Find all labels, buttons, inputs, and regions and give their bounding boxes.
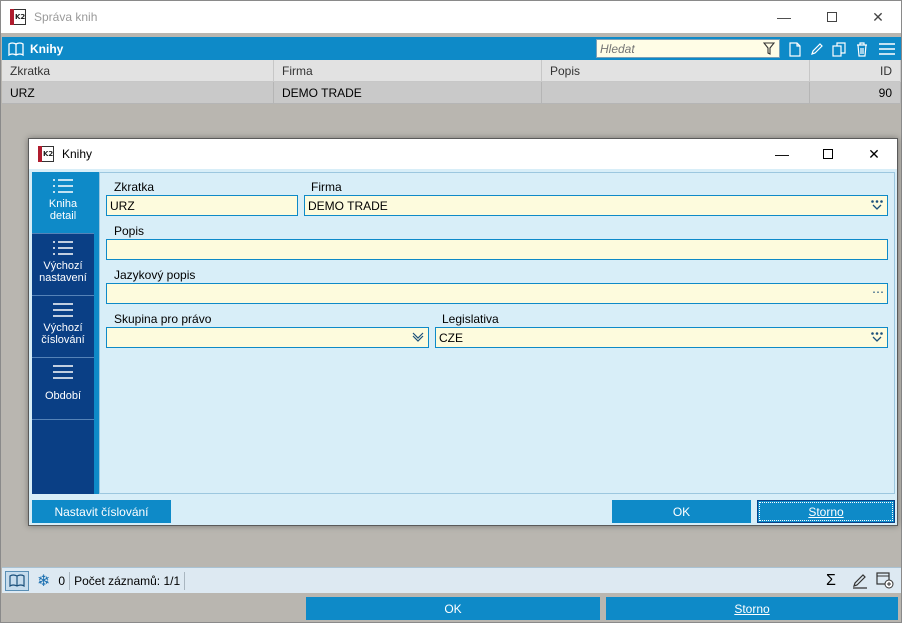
firma-label: Firma	[311, 180, 342, 194]
add-window-icon[interactable]	[876, 568, 894, 594]
dialog-close-icon[interactable]: ✕	[851, 139, 897, 169]
legislativa-select[interactable]: CZE	[435, 327, 888, 348]
minimize-icon[interactable]: —	[761, 1, 807, 33]
search-box[interactable]	[596, 39, 780, 58]
status-divider	[69, 571, 71, 590]
legislativa-label: Legislativa	[442, 312, 499, 326]
chevron-down-icon[interactable]	[411, 331, 425, 343]
delete-icon[interactable]	[853, 40, 871, 58]
skupina-label: Skupina pro právo	[114, 312, 212, 326]
window-title: Správa knih	[34, 10, 98, 24]
column-header-id[interactable]: ID	[810, 60, 901, 81]
main-storno-button[interactable]: Storno	[606, 597, 898, 620]
close-icon[interactable]: ✕	[855, 1, 901, 33]
dialog-title: Knihy	[62, 147, 93, 161]
tab-vychozi-cislovani[interactable]: Výchozí číslování	[32, 296, 94, 358]
cell-popis	[542, 82, 810, 103]
set-numbering-button[interactable]: Nastavit číslování	[32, 500, 171, 523]
column-header-firma[interactable]: Firma	[274, 60, 542, 81]
list-toolbar: Knihy	[2, 37, 901, 60]
tab-label: Výchozí	[43, 322, 83, 334]
tab-label: Kniha	[48, 198, 78, 210]
maximize-icon[interactable]	[809, 1, 855, 33]
zkratka-label: Zkratka	[114, 180, 155, 194]
sidebar-accent	[94, 172, 99, 494]
menu-icon[interactable]	[877, 40, 897, 58]
filter-icon[interactable]	[763, 42, 775, 55]
popis-label: Popis	[114, 224, 145, 238]
legislativa-value: CZE	[439, 330, 463, 345]
book-icon	[8, 41, 24, 56]
edit-icon[interactable]	[808, 40, 826, 58]
firma-value: DEMO TRADE	[308, 198, 388, 213]
sum-icon[interactable]: Σ	[826, 568, 836, 594]
cell-zkratka: URZ	[2, 82, 274, 103]
dropdown-dots-icon[interactable]	[870, 199, 884, 211]
tab-label: detail	[49, 210, 77, 222]
zkratka-field[interactable]: URZ	[106, 195, 298, 216]
column-header-popis[interactable]: Popis	[542, 60, 810, 81]
column-header-zkratka[interactable]: Zkratka	[2, 60, 274, 81]
dialog-maximize-icon[interactable]	[805, 139, 851, 169]
table-row[interactable]: URZ DEMO TRADE 90	[2, 82, 901, 104]
main-ok-button[interactable]: OK	[306, 597, 600, 620]
record-count: Počet záznamů: 1/1	[74, 573, 181, 588]
dropdown-dots-icon[interactable]	[870, 331, 884, 343]
skupina-select[interactable]	[106, 327, 429, 348]
copy-icon[interactable]	[830, 40, 848, 58]
tab-kniha-detail[interactable]: Kniha detail	[32, 172, 94, 234]
book-view-icon[interactable]	[5, 570, 29, 591]
app-logo-icon: K2	[10, 9, 26, 25]
dialog-minimize-icon[interactable]: —	[759, 139, 805, 169]
status-divider	[184, 571, 186, 590]
popis-field[interactable]	[106, 239, 888, 260]
tab-label: Výchozí	[43, 260, 83, 272]
lines-icon	[53, 303, 73, 317]
status-bar: ❄ 0 Počet záznamů: 1/1 Σ	[2, 567, 901, 593]
lines-icon	[53, 365, 73, 379]
cell-id: 90	[810, 82, 901, 103]
books-grid: Zkratka Firma Popis ID URZ DEMO TRADE 90	[2, 60, 901, 104]
tab-label: Období	[44, 390, 82, 402]
dialog-sidebar: Kniha detail Výchozí nastavení Výchozí čísl…	[32, 172, 94, 494]
jazykovy-popis-label: Jazykový popis	[114, 268, 196, 282]
snowflake-icon[interactable]: ❄	[37, 568, 50, 594]
dialog-storno-button[interactable]: Storno	[757, 500, 895, 523]
dialog-titlebar: K2 Knihy — ✕	[29, 139, 897, 169]
jazykovy-popis-field[interactable]: ⋯	[106, 283, 888, 304]
dialog-ok-button[interactable]: OK	[612, 500, 751, 523]
books-dialog: K2 Knihy — ✕ Kniha detail Výchozí nastaven…	[28, 138, 898, 526]
list-title: Knihy	[30, 41, 64, 56]
list-icon	[53, 241, 73, 255]
tab-vychozi-nastaveni[interactable]: Výchozí nastavení	[32, 234, 94, 296]
tab-obdobi[interactable]: Období	[32, 358, 94, 420]
search-input[interactable]	[597, 40, 757, 57]
tab-label: číslování	[41, 334, 85, 346]
app-logo-icon: K2	[38, 146, 54, 162]
cell-firma: DEMO TRADE	[274, 82, 542, 103]
window-titlebar: K2 Správa knih — ✕	[1, 1, 901, 33]
list-icon	[53, 179, 73, 193]
ellipsis-icon[interactable]: ⋯	[872, 285, 884, 299]
status-count: 0	[58, 573, 66, 588]
firma-select[interactable]: DEMO TRADE	[304, 195, 888, 216]
tab-label: nastavení	[39, 272, 87, 284]
zkratka-value: URZ	[110, 198, 135, 213]
new-document-icon[interactable]	[786, 40, 804, 58]
edit-note-icon[interactable]	[852, 568, 868, 594]
grid-header: Zkratka Firma Popis ID	[2, 60, 901, 82]
